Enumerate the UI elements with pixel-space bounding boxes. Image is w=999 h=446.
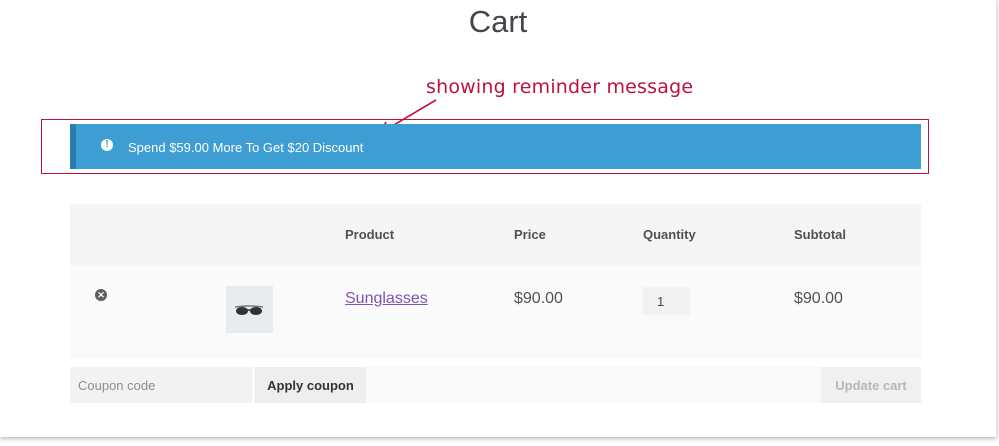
- header-subtotal: Subtotal: [794, 227, 846, 242]
- header-quantity: Quantity: [643, 227, 696, 242]
- info-exclamation-icon: !: [101, 139, 113, 151]
- table-header: Product Price Quantity Subtotal: [70, 204, 921, 265]
- update-cart-button[interactable]: Update cart: [821, 367, 921, 403]
- apply-coupon-button[interactable]: Apply coupon: [255, 367, 366, 403]
- cart-table: Product Price Quantity Subtotal: [70, 204, 921, 359]
- item-price: $90.00: [514, 290, 563, 307]
- notice-message: Spend $59.00 More To Get $20 Discount: [128, 140, 364, 155]
- item-subtotal: $90.00: [794, 290, 843, 307]
- product-link[interactable]: Sunglasses: [345, 290, 428, 308]
- page-frame: Cart showing reminder message ! Spend $5…: [0, 0, 997, 437]
- remove-circle-icon[interactable]: ✕: [95, 289, 107, 301]
- reminder-notice: ! Spend $59.00 More To Get $20 Discount: [70, 124, 921, 169]
- cart-actions: Apply coupon Update cart: [70, 367, 921, 403]
- sunglasses-icon: [234, 305, 264, 315]
- header-product: Product: [345, 227, 395, 242]
- page-title: Cart: [468, 4, 528, 39]
- coupon-code-input[interactable]: [70, 367, 252, 403]
- quantity-input[interactable]: [643, 287, 690, 315]
- header-price: Price: [514, 227, 546, 242]
- table-row: [70, 265, 921, 359]
- product-thumbnail[interactable]: [226, 286, 273, 333]
- annotation-label: showing reminder message: [426, 76, 694, 98]
